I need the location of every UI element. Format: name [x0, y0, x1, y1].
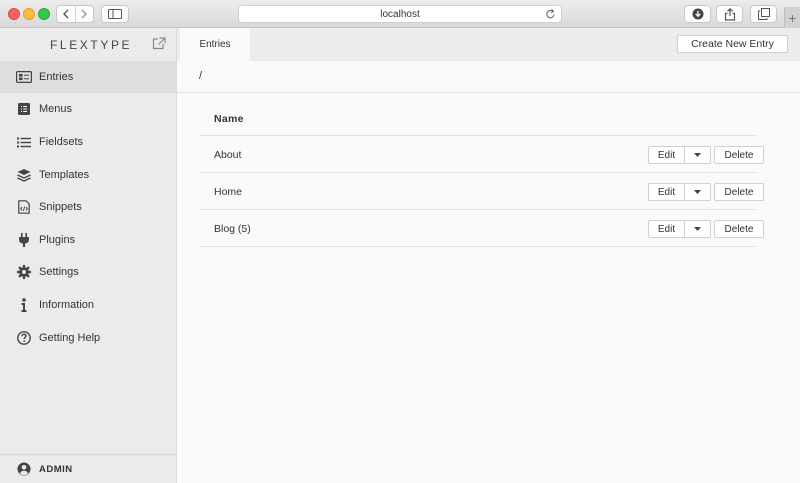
table-header: Name	[199, 100, 756, 136]
sidebar-item-plugins[interactable]: Plugins	[0, 224, 176, 256]
brand-header: FLEXTYPE	[0, 28, 177, 60]
edit-button[interactable]: Edit	[648, 183, 685, 201]
tab-entries[interactable]: Entries	[180, 28, 250, 61]
sidebar-item-information[interactable]: Information	[0, 289, 176, 321]
content-header: Entries Create New Entry	[177, 28, 800, 61]
entry-name-link[interactable]: Home	[214, 186, 242, 198]
sidebar-item-settings[interactable]: Settings	[0, 256, 176, 288]
sidebar-item-label: Plugins	[39, 234, 76, 246]
caret-down-icon	[694, 153, 701, 157]
table-row: Home Edit Delete	[199, 173, 764, 210]
plus-icon: +	[788, 9, 797, 26]
new-tab-button[interactable]: +	[784, 7, 800, 28]
breadcrumb-root[interactable]: /	[199, 70, 202, 82]
sidebar-item-label: Templates	[39, 169, 90, 181]
information-icon	[16, 297, 32, 313]
sidebar-item-entries[interactable]: Entries	[0, 61, 176, 93]
sidebar-item-fieldsets[interactable]: Fieldsets	[0, 126, 176, 158]
delete-button[interactable]: Delete	[714, 146, 764, 164]
tabs-overview-button[interactable]	[750, 5, 777, 23]
caret-down-icon	[694, 190, 701, 194]
sidebar-item-getting-help[interactable]: Getting Help	[0, 322, 176, 354]
entry-name-link[interactable]: Blog (5)	[214, 223, 251, 235]
menus-icon	[16, 101, 32, 117]
row-actions: Edit Delete	[648, 220, 764, 238]
table-row: About Edit Delete	[199, 136, 764, 173]
download-button[interactable]	[684, 5, 711, 23]
entry-name-link[interactable]: About	[214, 149, 241, 161]
plugins-icon	[16, 232, 32, 248]
create-new-entry-button[interactable]: Create New Entry	[677, 35, 788, 53]
sidebar-item-menus[interactable]: Menus	[0, 93, 176, 125]
sidebar-item-label: Snippets	[39, 201, 82, 213]
user-icon	[16, 461, 32, 477]
sidebar-item-label: Settings	[39, 266, 79, 278]
share-button[interactable]	[716, 5, 743, 23]
sidebar-item-label: Fieldsets	[39, 136, 84, 148]
sidebar-item-label: Information	[39, 299, 95, 311]
sidebar: FLEXTYPE Entries Menus Fieldsets Templat…	[0, 28, 177, 483]
delete-button[interactable]: Delete	[714, 220, 764, 238]
history-nav	[56, 5, 94, 23]
edit-dropdown-button[interactable]	[685, 183, 711, 201]
edit-dropdown-button[interactable]	[685, 146, 711, 164]
row-actions: Edit Delete	[648, 146, 764, 164]
sidebar-toggle-icon	[108, 9, 122, 19]
download-icon	[692, 8, 703, 20]
snippets-icon	[16, 199, 32, 215]
main-content: Entries Create New Entry / Name About Ed…	[177, 28, 800, 483]
user-name: ADMIN	[39, 463, 73, 475]
url-text: localhost	[380, 8, 420, 20]
column-header-name: Name	[214, 113, 244, 125]
reload-icon[interactable]	[545, 8, 556, 20]
back-button[interactable]	[57, 6, 75, 22]
browser-toolbar: localhost +	[0, 0, 800, 28]
edit-button[interactable]: Edit	[648, 146, 685, 164]
sidebar-item-label: Entries	[39, 71, 74, 83]
minimize-window-button[interactable]	[23, 8, 35, 20]
brand-title: FLEXTYPE	[50, 38, 133, 52]
close-window-button[interactable]	[8, 8, 20, 20]
templates-icon	[16, 167, 32, 183]
sidebar-item-snippets[interactable]: Snippets	[0, 191, 176, 223]
help-icon	[16, 330, 32, 346]
breadcrumb: /	[177, 61, 800, 93]
chevron-right-icon	[81, 9, 88, 19]
sidebar-item-templates[interactable]: Templates	[0, 159, 176, 191]
row-actions: Edit Delete	[648, 183, 764, 201]
sidebar-toggle-button[interactable]	[101, 5, 129, 23]
user-menu[interactable]: ADMIN	[0, 454, 176, 483]
sidebar-item-label: Menus	[39, 103, 73, 115]
address-bar[interactable]: localhost	[238, 5, 562, 23]
table-row: Blog (5) Edit Delete	[199, 210, 764, 247]
entries-icon	[16, 69, 32, 85]
delete-button[interactable]: Delete	[714, 183, 764, 201]
fieldsets-icon	[16, 134, 32, 150]
chevron-left-icon	[62, 9, 69, 19]
edit-dropdown-button[interactable]	[685, 220, 711, 238]
zoom-window-button[interactable]	[38, 8, 50, 20]
settings-icon	[16, 264, 32, 280]
caret-down-icon	[694, 227, 701, 231]
edit-button[interactable]: Edit	[648, 220, 685, 238]
sidebar-item-label: Getting Help	[39, 332, 101, 344]
share-icon	[724, 7, 735, 21]
entries-table: Name About Edit Delete Home Edit Delete	[199, 100, 764, 247]
external-link-icon[interactable]	[152, 37, 166, 50]
tabs-icon	[757, 8, 770, 20]
forward-button[interactable]	[74, 6, 94, 22]
